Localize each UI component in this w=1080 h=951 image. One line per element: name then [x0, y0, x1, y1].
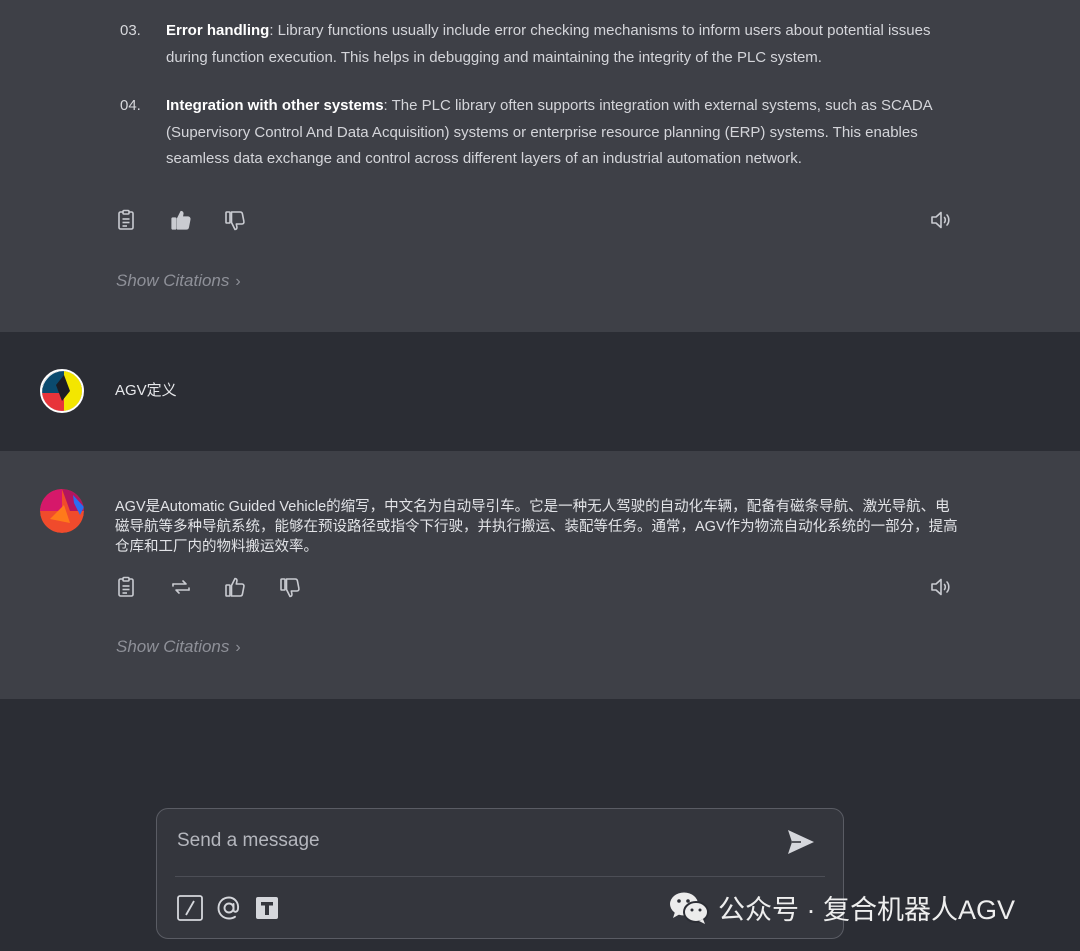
regenerate-icon[interactable] [169, 575, 193, 599]
user-avatar [40, 369, 84, 413]
chevron-right-icon: › [235, 273, 241, 290]
wechat-watermark: 公众号 · 复合机器人AGV [668, 888, 1015, 927]
list-item-text: Integration with other systems: The PLC … [166, 93, 936, 173]
list-item-title: Error handling [166, 22, 270, 39]
slash-command-icon[interactable] [176, 894, 204, 922]
assistant-message-text: AGV是Automatic Guided Vehicle的缩写，中文名为自动导引… [115, 499, 958, 555]
previous-answer-block: 03. Error handling: Library functions us… [0, 0, 1080, 332]
assistant-reply-block: AGV是Automatic Guided Vehicle的缩写，中文名为自动导引… [0, 451, 1080, 699]
show-citations-label: Show Citations [116, 271, 230, 290]
thumbs-down-icon[interactable] [223, 209, 247, 233]
copy-icon[interactable] [114, 575, 138, 599]
send-icon[interactable] [785, 826, 817, 858]
list-item-title: Integration with other systems [166, 97, 384, 114]
text-format-icon[interactable] [253, 894, 281, 922]
speaker-icon[interactable] [929, 575, 953, 599]
speaker-icon[interactable] [929, 208, 953, 232]
list-item-number: 03. [120, 22, 141, 39]
message-input[interactable] [177, 819, 757, 863]
user-message-text: AGV定义 [115, 382, 177, 399]
show-citations-label: Show Citations [116, 637, 230, 656]
list-item-number: 04. [120, 97, 141, 114]
chevron-right-icon: › [235, 639, 241, 656]
copy-icon[interactable] [114, 208, 138, 232]
wechat-icon [668, 890, 710, 926]
show-citations-link[interactable]: Show Citations › [116, 637, 241, 657]
list-item-text: Error handling: Library functions usuall… [166, 18, 936, 71]
assistant-avatar [40, 489, 84, 533]
at-mention-icon[interactable] [215, 894, 243, 922]
list-item-body: : Library functions usually include erro… [166, 22, 931, 66]
thumbs-up-icon[interactable] [223, 575, 247, 599]
user-message-block: AGV定义 [0, 332, 1080, 451]
thumbs-up-filled-icon[interactable] [169, 208, 193, 232]
watermark-text: 公众号 · 复合机器人AGV [718, 895, 1016, 925]
show-citations-link[interactable]: Show Citations › [116, 271, 241, 291]
composer-divider [175, 876, 825, 877]
thumbs-down-icon[interactable] [278, 576, 302, 600]
